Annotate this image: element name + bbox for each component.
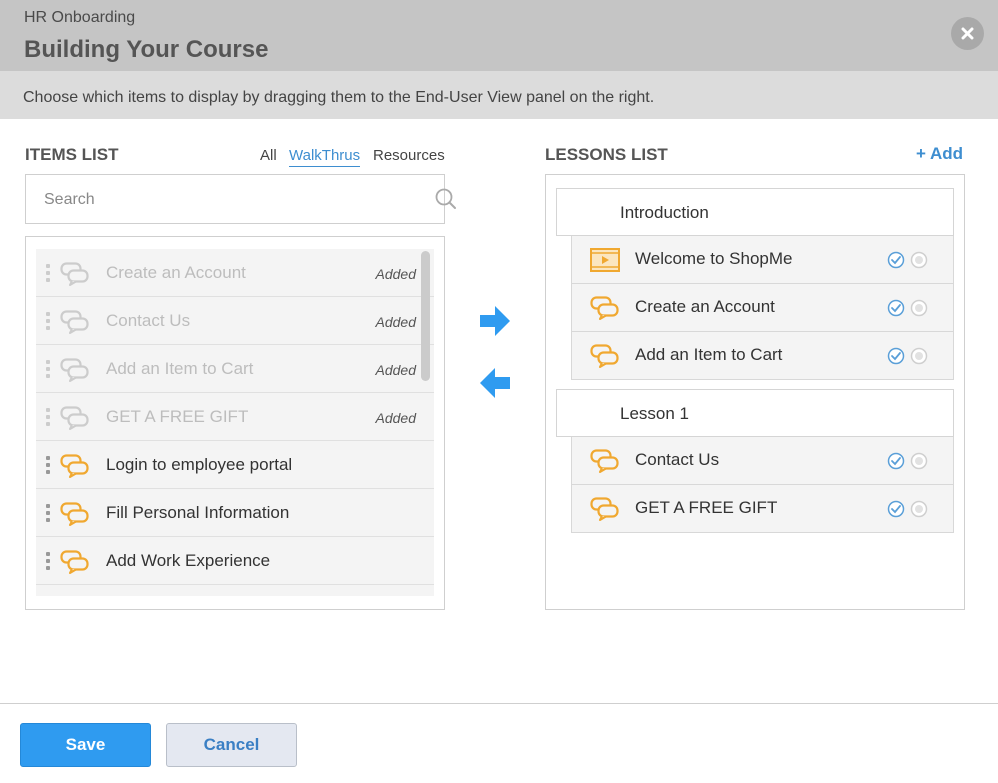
lesson-name: Introduction [620,203,709,222]
lessons-list: Introduction Welcome to ShopMe Create an A… [545,174,965,610]
radio-circle-icon[interactable] [910,299,928,322]
modal-header: HR Onboarding Building Your Course [0,0,998,71]
drag-handle-icon[interactable] [46,408,50,428]
list-item[interactable]: Add Work Experience [36,537,434,585]
added-status: Added [375,266,416,282]
radio-circle-icon[interactable] [910,500,928,523]
walkthru-icon [60,310,90,339]
drag-handle-icon[interactable] [46,312,50,332]
drag-handle-icon[interactable] [46,360,50,380]
footer-divider [0,703,998,704]
item-label: Add an Item to Cart [106,359,254,378]
drag-handle-icon[interactable] [46,552,50,572]
lesson-item[interactable]: Contact Us [571,437,954,485]
tab-walkthrus[interactable]: WalkThrus [289,147,361,167]
check-circle-icon[interactable] [887,299,905,322]
lesson-item-label: Add an Item to Cart [635,345,783,364]
drag-handle-icon[interactable] [46,264,50,284]
item-label: GET A FREE GIFT [106,407,249,426]
save-button[interactable]: Save [20,723,151,767]
lessons-list-title: LESSONS LIST [545,145,668,164]
lesson-name: Lesson 1 [620,404,689,423]
instruction-text: Choose which items to display by draggin… [23,89,655,106]
lesson-item[interactable]: Welcome to ShopMe [571,236,954,284]
add-lesson-button[interactable]: + Add [916,144,963,164]
video-icon [590,248,620,277]
radio-circle-icon[interactable] [910,251,928,274]
close-button[interactable] [951,17,984,50]
tab-resources[interactable]: Resources [373,147,445,164]
cancel-button[interactable]: Cancel [166,723,297,767]
lesson-item[interactable]: Create an Account [571,284,954,332]
lesson-item[interactable]: Add an Item to Cart [571,332,954,380]
move-right-arrow-icon[interactable] [478,304,512,338]
lesson-item[interactable]: GET A FREE GIFT [571,485,954,533]
drag-handle-icon[interactable] [46,504,50,524]
lesson-header[interactable]: Introduction [556,188,954,236]
page-title: Building Your Course [24,36,269,63]
item-label: Create an Account [106,263,246,282]
item-label: Login to employee portal [106,455,293,474]
list-item[interactable] [36,585,434,596]
walkthru-icon [60,502,90,531]
move-left-arrow-icon[interactable] [478,366,512,400]
drag-handle-icon[interactable] [46,456,50,476]
instruction-bar: Choose which items to display by draggin… [0,71,998,119]
tab-all[interactable]: All [260,147,277,164]
added-status: Added [375,362,416,378]
lesson-item-label: GET A FREE GIFT [635,498,778,517]
search-box [25,174,456,224]
app-name: HR Onboarding [24,9,136,26]
item-label: Add Work Experience [106,551,271,570]
search-icon[interactable] [435,188,457,210]
walkthru-icon [590,344,620,373]
list-item[interactable]: Fill Personal Information [36,489,434,537]
items-list-scroll: Create an Account Added Contact Us Added Add… [36,249,435,596]
search-input[interactable] [44,187,414,213]
list-item[interactable]: Create an Account Added [36,249,434,297]
walkthru-icon [590,449,620,478]
lesson-header[interactable]: Lesson 1 [556,389,954,437]
added-status: Added [375,314,416,330]
walkthru-icon [60,454,90,483]
check-circle-icon[interactable] [887,347,905,370]
walkthru-icon [60,262,90,291]
added-status: Added [375,410,416,426]
lesson-item-label: Contact Us [635,450,720,469]
walkthru-icon [60,406,90,435]
items-list-title: ITEMS LIST [25,145,119,164]
lesson-item-label: Create an Account [635,297,775,316]
list-item[interactable]: Contact Us Added [36,297,434,345]
lesson-item-label: Welcome to ShopMe [635,249,793,268]
list-item[interactable]: GET A FREE GIFT Added [36,393,434,441]
item-label: Contact Us [106,311,191,330]
check-circle-icon[interactable] [887,500,905,523]
list-item[interactable]: Login to employee portal [36,441,434,489]
item-label: Fill Personal Information [106,503,290,522]
walkthru-icon [60,358,90,387]
check-circle-icon[interactable] [887,452,905,475]
walkthru-icon [590,497,620,526]
radio-circle-icon[interactable] [910,452,928,475]
check-circle-icon[interactable] [887,251,905,274]
walkthru-icon [590,296,620,325]
items-list: Create an Account Added Contact Us Added Add… [25,236,445,610]
list-item[interactable]: Add an Item to Cart Added [36,345,434,393]
radio-circle-icon[interactable] [910,347,928,370]
scrollbar-thumb[interactable] [421,251,430,381]
walkthru-icon [60,550,90,579]
close-icon [961,27,974,40]
